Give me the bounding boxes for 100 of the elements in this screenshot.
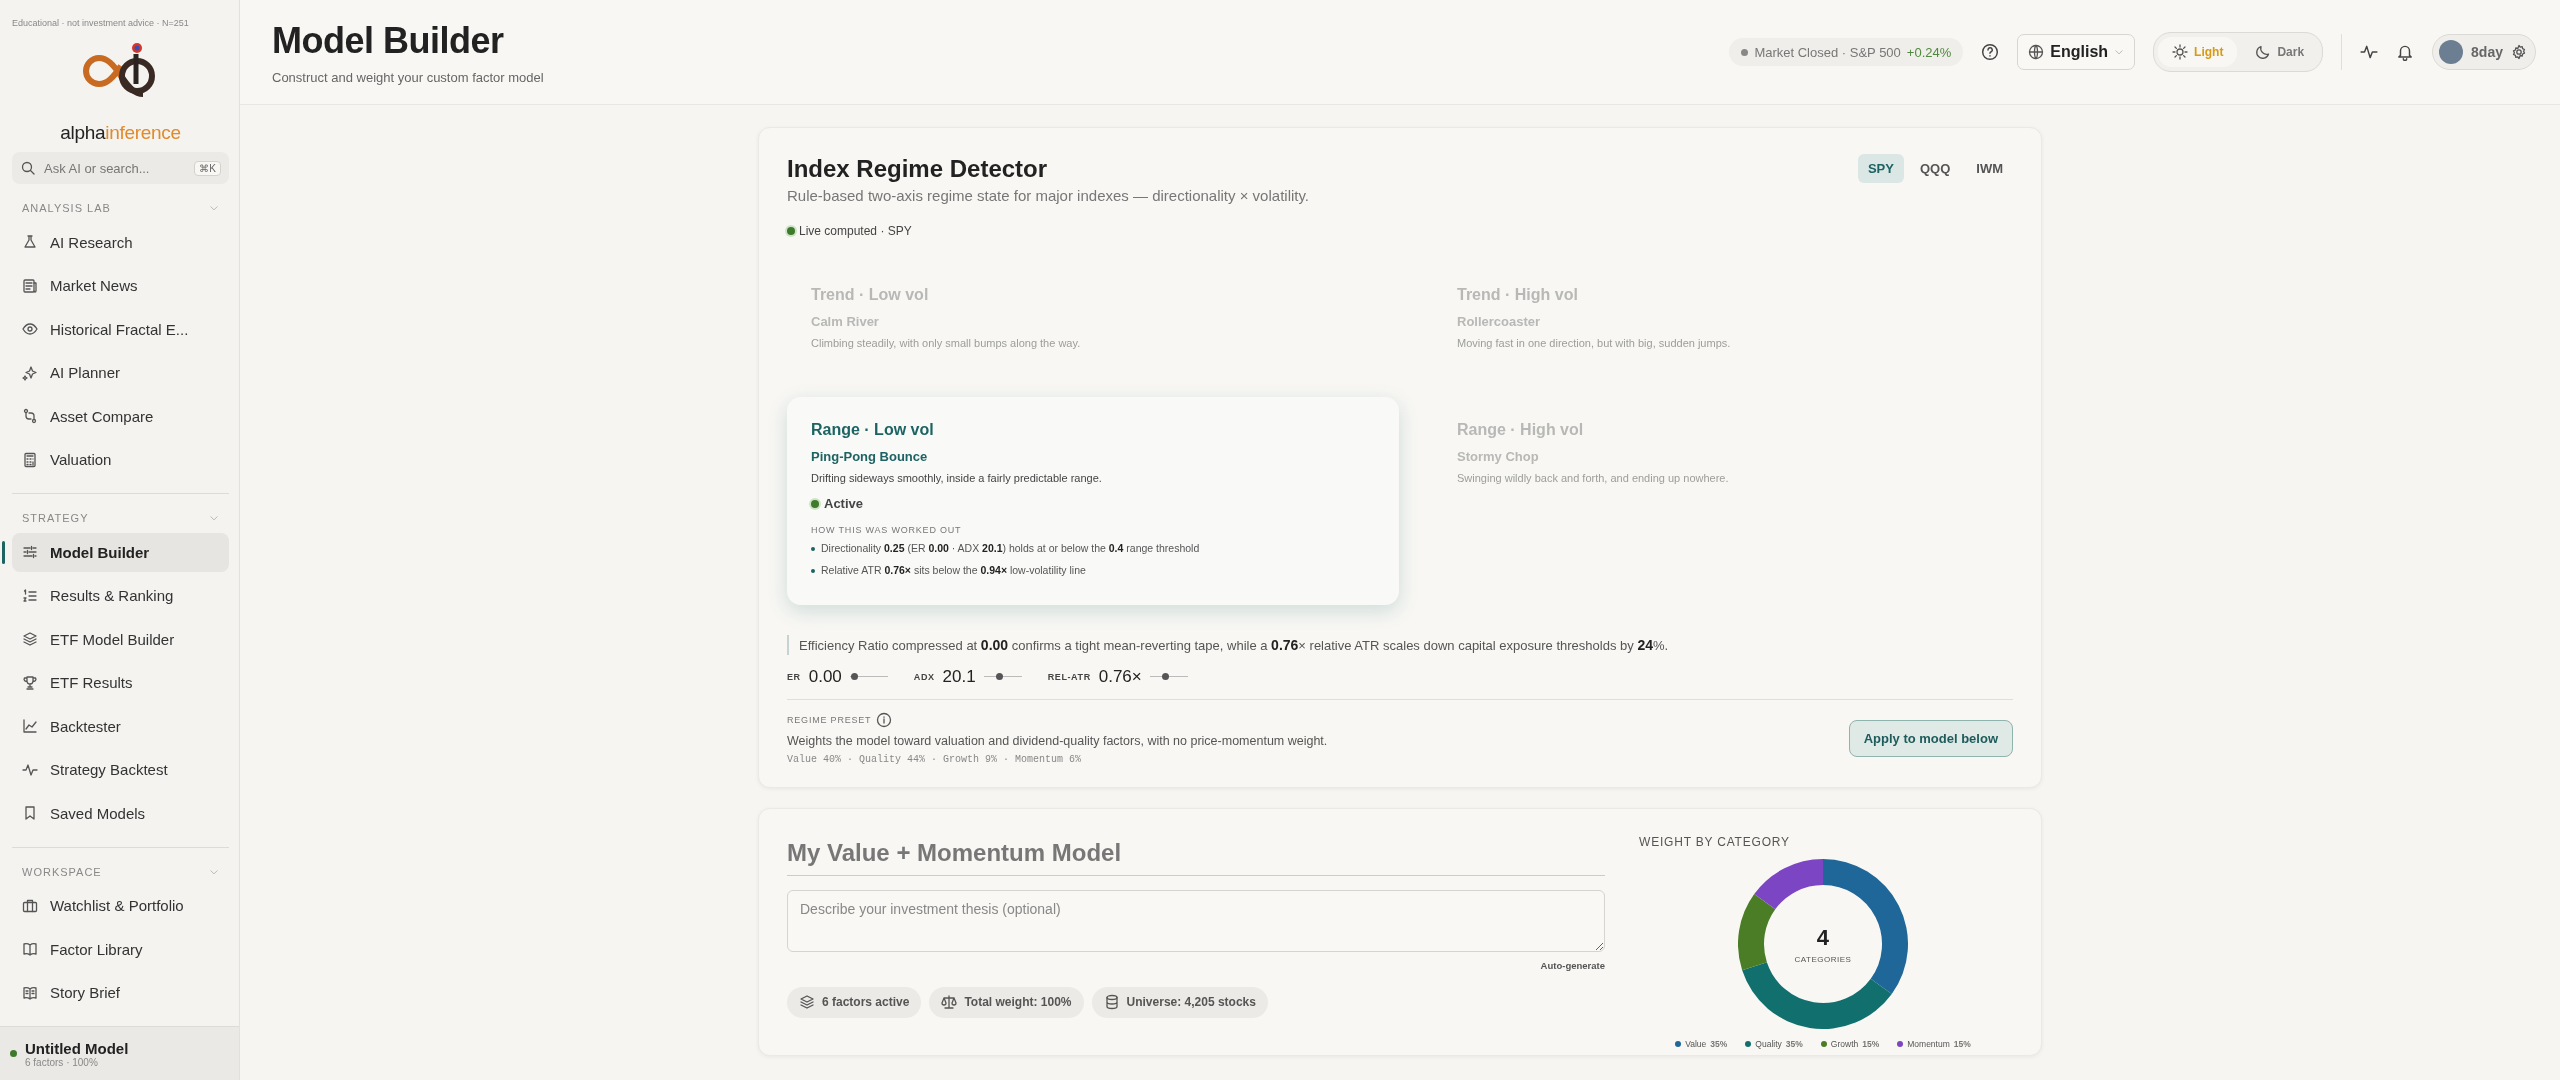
eye-icon	[22, 321, 38, 337]
sidebar-item[interactable]: AI Planner	[12, 353, 229, 392]
sidebar-item[interactable]: Factor Library	[12, 929, 229, 969]
theme-option[interactable]: Dark	[2241, 37, 2319, 67]
flask-icon	[22, 234, 38, 250]
sidebar-item[interactable]: Backtester	[12, 706, 229, 746]
regime-description: Swinging wildly back and forth, and ending up nowhere.	[1457, 472, 1730, 484]
metric-value: 20.1	[942, 666, 976, 687]
activity-icon[interactable]	[2360, 43, 2379, 61]
moon-icon	[2255, 44, 2272, 60]
sidebar-item[interactable]: Asset Compare	[12, 396, 229, 436]
regime-name: Stormy Chop	[1457, 449, 1540, 464]
settings-icon	[2511, 44, 2527, 60]
page-subtitle: Construct and weight your custom factor model	[272, 69, 544, 85]
sidebar-item[interactable]: Historical Fractal E...	[12, 309, 229, 349]
chevron-icon	[209, 203, 219, 213]
legend-value: 35%	[1785, 1038, 1803, 1049]
info-icon[interactable]	[876, 711, 893, 728]
sidebar-item[interactable]: Results & Ranking	[12, 576, 229, 615]
search-bar[interactable]: Ask AI or search... ⌘K	[12, 152, 229, 184]
sidebar-item[interactable]: Saved Models	[12, 793, 229, 833]
category-count: 4	[1816, 924, 1830, 950]
category-count-label: CATEGORIES	[1794, 954, 1852, 963]
regime-description: Climbing steadily, with only small bumps along the way.	[811, 337, 1082, 349]
legend-value: 35%	[1710, 1038, 1728, 1049]
card-title: Index Regime Detector	[787, 154, 1048, 183]
open-book-icon	[22, 941, 38, 957]
sparkles-icon	[22, 364, 38, 381]
bullet-dot	[811, 568, 815, 573]
avatar	[2439, 40, 2464, 64]
index-tab[interactable]: QQQ	[1909, 154, 1961, 183]
preset-description: Weights the model toward valuation and dividend-quality factors, with no price-momentum weight.	[787, 733, 1328, 748]
regime-description: Moving fast in one direction, but with big, sudden jumps.	[1457, 337, 1732, 349]
live-dot	[787, 227, 795, 235]
legend-label: Momentum	[1907, 1038, 1950, 1049]
sun-icon	[2172, 44, 2189, 60]
sidebar-item[interactable]: Market News	[12, 266, 229, 305]
sidebar-item[interactable]: Story Brief	[12, 973, 229, 1012]
legend-value: 15%	[1953, 1038, 1971, 1049]
regime-title: Range · High vol	[1457, 421, 1585, 439]
thesis-field[interactable]: Describe your investment thesis (optional)	[787, 889, 1605, 952]
index-tab[interactable]: IWM	[1966, 154, 2013, 183]
apply-button[interactable]: Apply to model below	[1848, 719, 2013, 757]
bookmark-icon	[22, 805, 38, 821]
disclaimer-text: Educational · not investment advice · N=251	[12, 18, 190, 28]
model-title: Untitled Model	[25, 1039, 129, 1057]
active-dot	[811, 499, 819, 508]
search-field[interactable]: Ask AI or search...	[42, 159, 189, 177]
model-name-input[interactable]: My Value + Momentum Model	[787, 834, 1605, 876]
metric-value: 0.00	[808, 666, 842, 687]
market-change-text: +0.24%	[1906, 44, 1952, 60]
layers-icon	[799, 994, 815, 1010]
trophy-icon	[22, 674, 38, 691]
sidebar-item[interactable]: AI Research	[12, 222, 229, 262]
user-menu[interactable]: 8day	[2432, 34, 2536, 70]
metric-value: 0.76×	[1098, 666, 1142, 687]
help-icon[interactable]	[1981, 43, 2000, 61]
notifications-icon[interactable]	[2396, 43, 2415, 61]
preset-weights: Value 40% · Quality 44% · Growth 9% · Momentum 6%	[787, 753, 1083, 765]
live-status-text: Live computed · SPY	[799, 224, 912, 238]
explanation-text: Relative ATR 0.76× sits below the 0.94× low-volatility line	[821, 562, 1086, 578]
sidebar-item[interactable]: Strategy Backtest	[12, 750, 229, 789]
status-dot	[1741, 48, 1749, 56]
page-title: Model Builder	[272, 19, 505, 62]
model-summary: 6 factors · 100%	[25, 1056, 99, 1068]
sidebar-item[interactable]: Valuation	[12, 440, 229, 479]
market-status-text: Market Closed · S&P 500	[1754, 44, 1901, 60]
search-icon	[20, 160, 36, 176]
explanation-text: Directionality 0.25 (ER 0.00 · ADX 20.1) holds at or below the 0.4 range threshold	[821, 541, 1200, 556]
sidebar-item[interactable]: Watchlist & Portfolio	[12, 886, 229, 925]
chip-text: Total weight: 100%	[964, 995, 1072, 1009]
regime-name: Calm River	[811, 314, 880, 329]
language-select[interactable]: English	[2017, 34, 2136, 70]
sidebar-item[interactable]: ETF Model Builder	[12, 619, 229, 659]
briefcase-icon	[22, 897, 38, 914]
card-subtitle: Rule-based two-axis regime state for major indexes — directionality × volatility.	[787, 187, 1311, 204]
active-status-text: Active	[824, 496, 864, 511]
model-footer[interactable]: Untitled Model 6 factors · 100%	[0, 1026, 239, 1080]
calculator-icon	[22, 451, 38, 468]
shortcut-badge: ⌘K	[194, 160, 221, 176]
preset-label: REGIME PRESET	[787, 714, 872, 725]
line-chart-icon	[22, 718, 38, 734]
layers-icon	[22, 631, 38, 647]
bullet-dot	[811, 546, 815, 551]
regime-title: Trend · High vol	[1457, 286, 1579, 304]
metric-label: REL-ATR	[1047, 671, 1091, 682]
sidebar-item[interactable]: ETF Results	[12, 663, 229, 702]
auto-generate-link[interactable]: Auto-generate	[1540, 959, 1605, 971]
legend-label: Growth	[1830, 1038, 1859, 1049]
numbered-list-icon	[22, 587, 38, 604]
chart-title: WEIGHT BY CATEGORY	[1638, 834, 1790, 849]
regime-name: Ping-Pong Bounce	[811, 449, 929, 464]
legend-value: 15%	[1862, 1038, 1880, 1049]
index-tab[interactable]: SPY	[1857, 154, 1904, 183]
brand-name: alphainference	[59, 122, 182, 144]
metric-label: ER	[787, 671, 801, 682]
book-icon	[22, 984, 38, 1001]
status-dot	[10, 1050, 17, 1057]
database-icon	[1103, 994, 1120, 1010]
legend-label: Quality	[1755, 1038, 1782, 1049]
